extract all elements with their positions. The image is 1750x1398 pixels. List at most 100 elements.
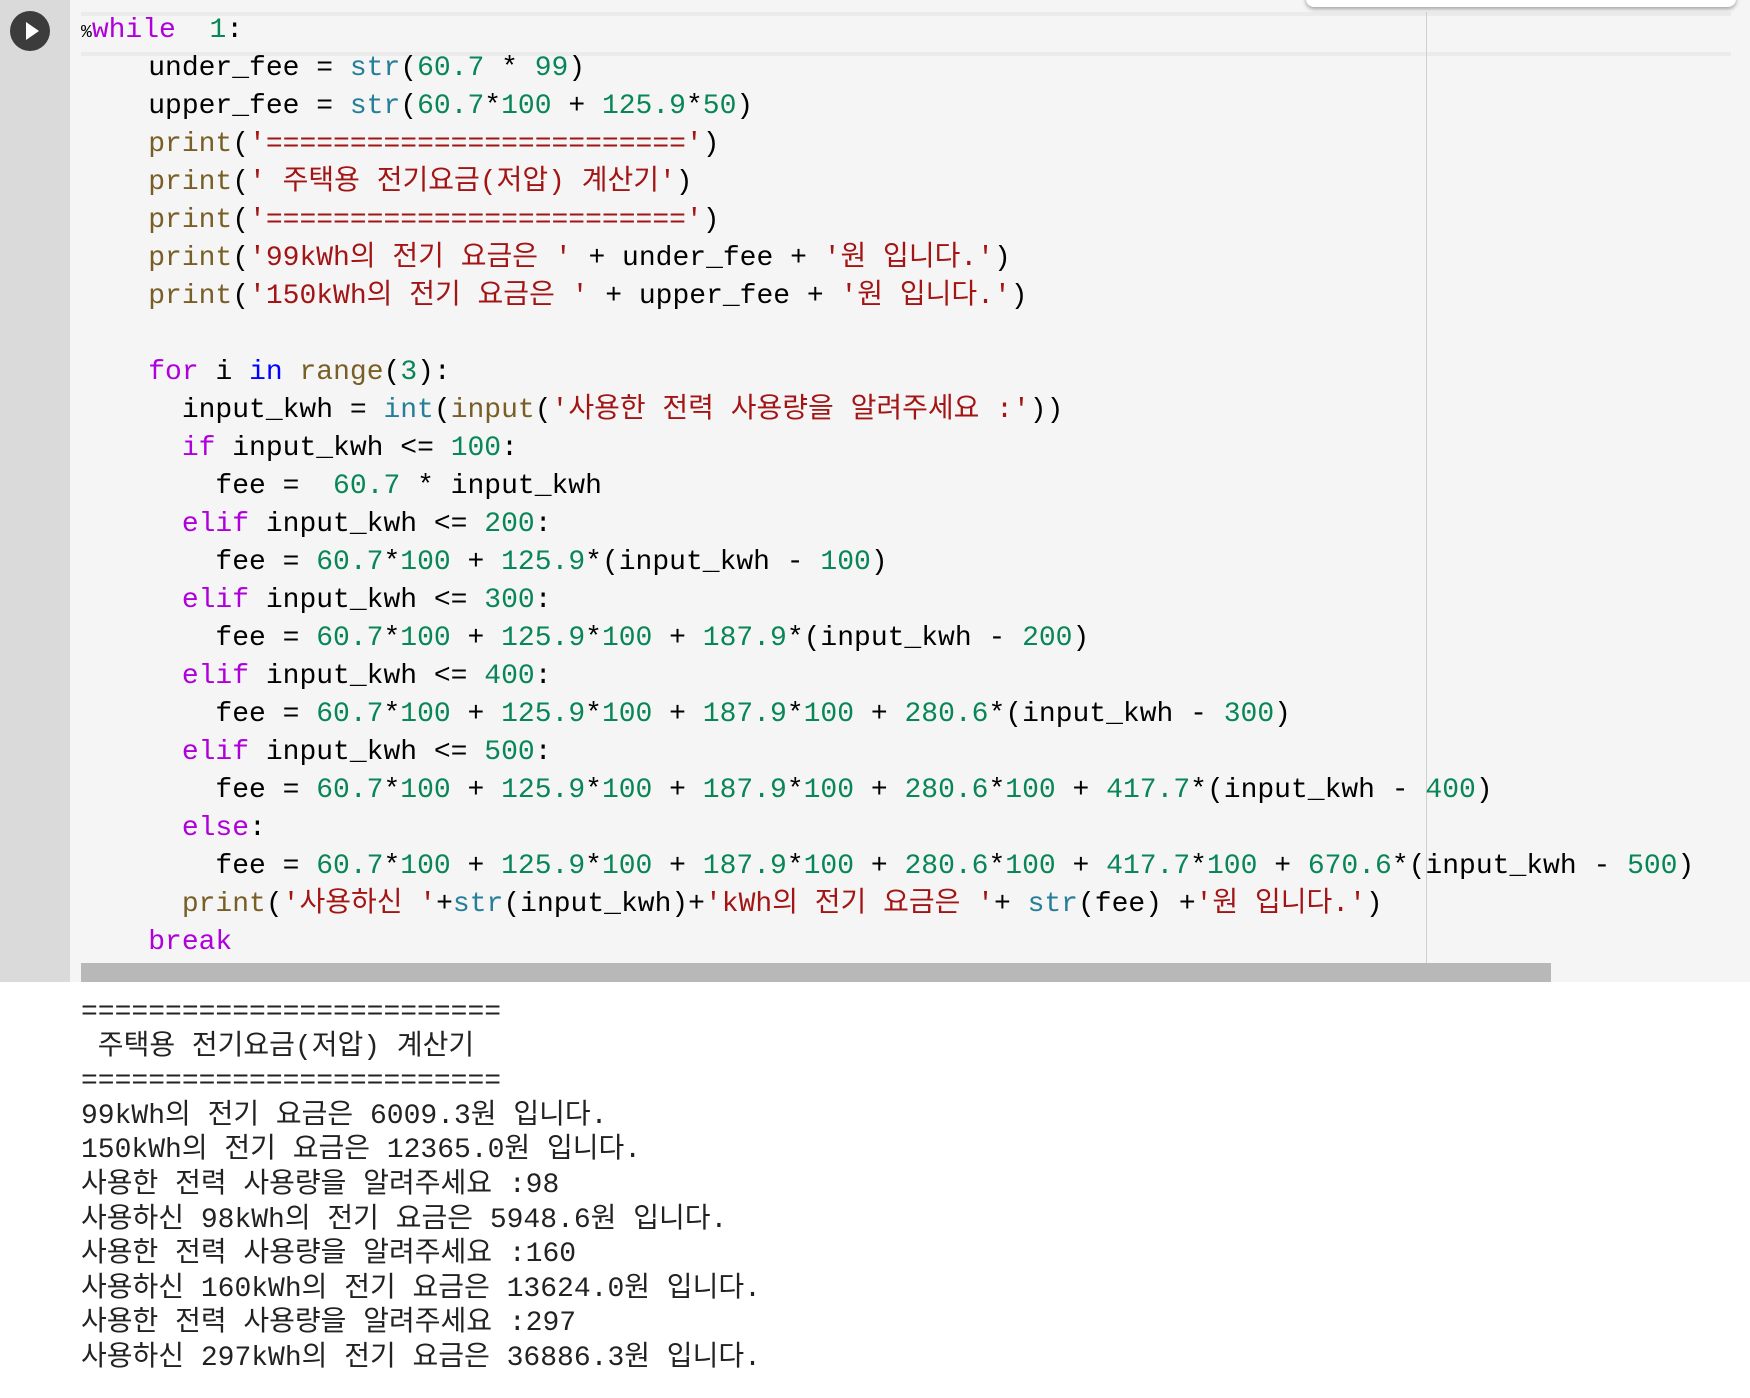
horizontal-scrollbar[interactable] — [81, 963, 1551, 982]
code-token: (fee) + — [1078, 889, 1196, 920]
code-token: fee = — [81, 471, 334, 502]
code-token: 100 — [1005, 851, 1056, 882]
code-token: 417.7 — [1106, 775, 1191, 806]
code-token: input_kwh <= — [249, 509, 485, 540]
code-token: str — [349, 53, 401, 84]
code-token: 500 — [1627, 851, 1678, 882]
code-line: print('150kWh의 전기 요금은 ' + upper_fee + '원… — [81, 278, 1694, 316]
code-token: 125.9 — [501, 699, 586, 730]
code-token: ( — [383, 357, 401, 388]
code-token: 187.9 — [702, 775, 787, 806]
code-token: upper_fee = — [81, 91, 350, 122]
code-token: '150kWh의 전기 요금은 ' — [249, 281, 589, 312]
code-token: * — [383, 699, 401, 730]
cell-gutter — [0, 0, 70, 982]
code-token: 187.9 — [702, 623, 787, 654]
code-token: input_kwh <= — [249, 585, 485, 616]
code-token: 100 — [1005, 775, 1056, 806]
code-token: * — [685, 91, 703, 122]
output-line: 150kWh의 전기 요금은 12365.0원 입니다. — [81, 1135, 642, 1167]
code-token: * input_kwh — [400, 471, 602, 502]
code-token: + — [450, 623, 502, 654]
code-token: 187.9 — [702, 699, 787, 730]
code-token: 60.7 — [316, 699, 384, 730]
code-editor[interactable]: %while 1: under_fee = str(60.7 * 99) upp… — [81, 12, 1694, 962]
code-line: %while 1: — [81, 12, 1694, 50]
output-line: 주택용 전기요금(저압) 계산기 — [81, 1031, 475, 1063]
code-token: str — [349, 91, 401, 122]
code-token: ( — [400, 91, 418, 122]
code-line: elif input_kwh <= 400: — [81, 658, 1694, 696]
code-token: fee = — [81, 851, 317, 882]
code-token: input — [450, 395, 535, 426]
code-token: * — [988, 775, 1006, 806]
code-token: * — [585, 623, 602, 654]
code-token: + — [854, 699, 905, 730]
code-token: 100 — [803, 851, 855, 882]
code-token: 100 — [450, 433, 502, 464]
code-token: + upper_fee + — [588, 281, 841, 312]
code-token: ) — [1475, 775, 1493, 806]
code-token: + — [854, 775, 905, 806]
code-token: ( — [232, 243, 250, 274]
code-line: print('=========================') — [81, 126, 1694, 164]
code-token: ) — [1365, 889, 1383, 920]
code-token: * — [383, 851, 401, 882]
code-line: fee = 60.7*100 + 125.9*(input_kwh - 100) — [81, 544, 1694, 582]
code-token: 100 — [400, 699, 451, 730]
code-token: 125.9 — [501, 623, 586, 654]
code-token: '99kWh의 전기 요금은 ' — [249, 243, 572, 274]
code-token: '=========================' — [249, 205, 703, 236]
code-token: int — [383, 395, 434, 426]
code-line: print('99kWh의 전기 요금은 ' + under_fee + '원 … — [81, 240, 1694, 278]
output-line: ========================= — [81, 1066, 502, 1098]
run-cell-button[interactable] — [10, 11, 50, 51]
code-token: 100 — [601, 623, 653, 654]
code-token: for — [148, 357, 199, 388]
code-token: 125.9 — [501, 775, 586, 806]
code-line: elif input_kwh <= 300: — [81, 582, 1694, 620]
code-token: * — [786, 775, 804, 806]
code-line: elif input_kwh <= 500: — [81, 734, 1694, 772]
code-token: 60.7 — [316, 547, 384, 578]
code-token: 60.7 — [316, 623, 384, 654]
code-token: 100 — [400, 775, 451, 806]
code-token: * — [484, 91, 502, 122]
code-line: else: — [81, 810, 1694, 848]
code-token: ( — [534, 395, 552, 426]
output-line: 사용한 전력 사용량을 알려주세요 :98 — [81, 1169, 560, 1201]
code-line: under_fee = str(60.7 * 99) — [81, 50, 1694, 88]
code-token: ( — [232, 205, 250, 236]
code-token: print — [148, 243, 233, 274]
code-token: 100 — [601, 775, 653, 806]
code-token: 60.7 — [417, 53, 485, 84]
code-token: * — [786, 851, 804, 882]
code-token: + — [652, 699, 703, 730]
code-token: + — [450, 775, 502, 806]
code-line: fee = 60.7*100 + 125.9*100 + 187.9*100 +… — [81, 696, 1694, 734]
code-token: in — [249, 357, 283, 388]
code-token: 99 — [534, 53, 569, 84]
code-token: 60.7 — [316, 851, 384, 882]
code-token: ) — [870, 547, 888, 578]
code-token: 280.6 — [904, 699, 989, 730]
code-line: fee = 60.7*100 + 125.9*100 + 187.9*100 +… — [81, 772, 1694, 810]
code-token: '=========================' — [249, 129, 703, 160]
code-token: 100 — [1206, 851, 1258, 882]
code-line: print(' 주택용 전기요금(저압) 계산기') — [81, 164, 1694, 202]
code-token: range — [299, 357, 384, 388]
code-token: 100 — [803, 775, 855, 806]
code-token: break — [148, 927, 233, 958]
code-token: ( — [265, 889, 283, 920]
code-token: *(input_kwh - — [786, 623, 1023, 654]
